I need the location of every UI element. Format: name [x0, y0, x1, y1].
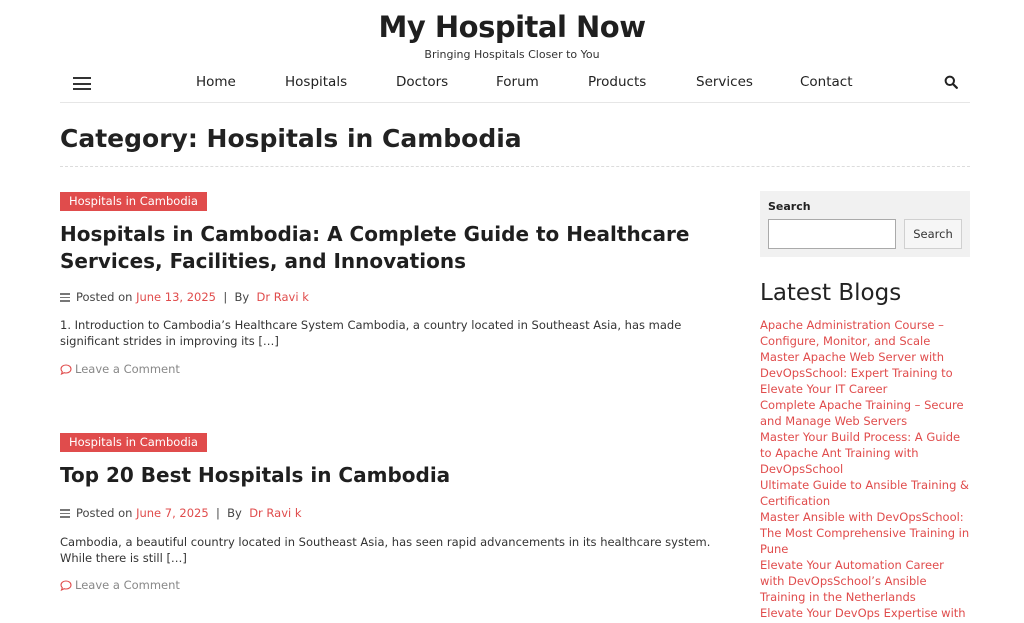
by-label: By — [227, 506, 242, 520]
search-input[interactable] — [768, 219, 896, 249]
nav-item-doctors[interactable]: Doctors — [396, 74, 448, 90]
blog-link[interactable]: Elevate Your DevOps Expertise with — [760, 605, 970, 621]
latest-blogs-list: Apache Administration Course – Configure… — [760, 317, 970, 621]
hamburger-icon[interactable] — [73, 77, 91, 90]
main-navigation: Home Hospitals Doctors Forum Products Se… — [60, 66, 970, 103]
title-divider — [60, 166, 970, 167]
leave-comment-link[interactable]: Leave a Comment — [60, 362, 180, 376]
nav-item-hospitals[interactable]: Hospitals — [285, 74, 347, 90]
post-author[interactable]: Dr Ravi k — [257, 290, 309, 304]
post-date[interactable]: June 13, 2025 — [136, 290, 216, 304]
list-icon — [60, 291, 70, 304]
nav-item-products[interactable]: Products — [588, 74, 646, 90]
site-tagline: Bringing Hospitals Closer to You — [424, 48, 600, 61]
nav-item-forum[interactable]: Forum — [496, 74, 539, 90]
post-author[interactable]: Dr Ravi k — [249, 506, 301, 520]
search-icon[interactable] — [944, 75, 958, 89]
blog-link[interactable]: Complete Apache Training – Secure and Ma… — [760, 397, 970, 429]
leave-comment-link[interactable]: Leave a Comment — [60, 578, 180, 592]
nav-item-home[interactable]: Home — [196, 74, 236, 90]
sidebar-search-widget: Search Search — [760, 191, 970, 257]
comment-label: Leave a Comment — [75, 578, 180, 592]
category-badge[interactable]: Hospitals in Cambodia — [60, 433, 207, 452]
posted-on-label: Posted on — [76, 290, 133, 304]
meta-separator: | — [223, 290, 228, 304]
comment-icon — [60, 364, 72, 376]
post-meta: Posted on June 13, 2025 | By Dr Ravi k — [60, 290, 309, 304]
posted-on-label: Posted on — [76, 506, 133, 520]
nav-item-contact[interactable]: Contact — [800, 74, 853, 90]
post-title[interactable]: Top 20 Best Hospitals in Cambodia — [60, 462, 740, 489]
comment-label: Leave a Comment — [75, 362, 180, 376]
category-badge[interactable]: Hospitals in Cambodia — [60, 192, 207, 211]
page-title: Category: Hospitals in Cambodia — [60, 124, 522, 153]
blog-link[interactable]: Ultimate Guide to Ansible Training & Cer… — [760, 477, 970, 509]
blog-link[interactable]: Elevate Your Automation Career with DevO… — [760, 557, 970, 605]
search-button[interactable]: Search — [904, 219, 962, 249]
meta-separator: | — [215, 506, 220, 520]
blog-link[interactable]: Master Ansible with DevOpsSchool: The Mo… — [760, 509, 970, 557]
list-icon — [60, 507, 70, 520]
post-excerpt: 1. Introduction to Cambodia’s Healthcare… — [60, 318, 682, 348]
post-excerpt: Cambodia, a beautiful country located in… — [60, 535, 711, 565]
blog-link[interactable]: Master Apache Web Server with DevOpsScho… — [760, 349, 970, 397]
post-title[interactable]: Hospitals in Cambodia: A Complete Guide … — [60, 221, 740, 275]
by-label: By — [234, 290, 250, 304]
site-title[interactable]: My Hospital Now — [0, 10, 1024, 44]
blog-link[interactable]: Apache Administration Course – Configure… — [760, 317, 970, 349]
post-meta: Posted on June 7, 2025 | By Dr Ravi k — [60, 506, 302, 520]
search-label: Search — [768, 200, 811, 213]
nav-item-services[interactable]: Services — [696, 74, 753, 90]
blog-link[interactable]: Master Your Build Process: A Guide to Ap… — [760, 429, 970, 477]
post-date[interactable]: June 7, 2025 — [136, 506, 209, 520]
comment-icon — [60, 580, 72, 592]
latest-blogs-heading: Latest Blogs — [760, 280, 902, 306]
